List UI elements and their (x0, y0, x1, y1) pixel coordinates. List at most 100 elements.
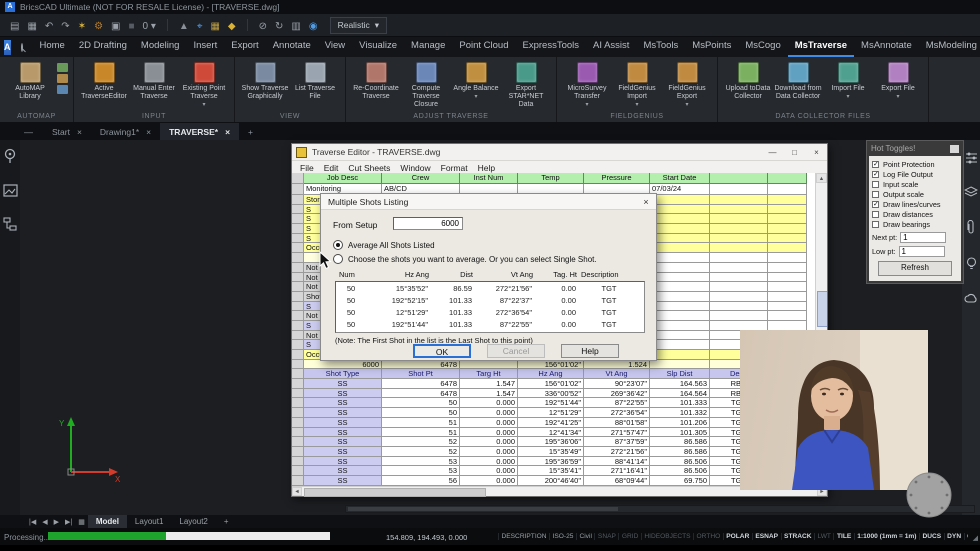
grid-cell[interactable] (710, 234, 768, 244)
layout-nav-icon[interactable]: |◀ (26, 518, 39, 526)
tabbar-menu-icon[interactable]: — (24, 127, 33, 137)
grid-cell[interactable] (710, 184, 768, 195)
layout-tab-layout2[interactable]: Layout2 (171, 515, 215, 528)
minimize-button[interactable]: — (764, 148, 781, 157)
layout-tab-model[interactable]: Model (88, 515, 127, 528)
status-toggle-1-1000-1mm-1m[interactable]: 1:1000 (1mm = 1m) (854, 533, 919, 540)
grid-cell[interactable]: 0.000 (460, 447, 518, 457)
grid-cell[interactable]: 69.750 (650, 476, 710, 486)
grid-cell[interactable] (650, 224, 710, 234)
shots-list-row[interactable]: 5015°35'52"86.59272°21'56"0.00TGT (336, 282, 644, 294)
toggle-output-scale[interactable]: Output scale (872, 189, 958, 199)
grid-view-icon[interactable]: ▦ (75, 518, 88, 526)
grid-cell[interactable]: 51 (382, 428, 460, 438)
toggle-draw-bearings[interactable]: Draw bearings (872, 219, 958, 229)
ribbon-button-import-file[interactable]: Import File▾ (823, 62, 873, 101)
grid-cell[interactable]: SS (304, 398, 382, 408)
grid-cell[interactable]: 51 (382, 418, 460, 428)
grid-cell[interactable] (710, 214, 768, 224)
menu-tab-msannotate[interactable]: MsAnnotate (854, 37, 919, 57)
grid-cell[interactable] (650, 302, 710, 312)
menu-tab-mspoints[interactable]: MsPoints (685, 37, 738, 57)
grid-cell[interactable] (710, 205, 768, 215)
grid-cell[interactable]: 271°57'47" (584, 428, 650, 438)
grid-cell[interactable]: SS (304, 428, 382, 438)
grid-cell[interactable]: 195°36'06" (518, 437, 584, 447)
grid-cell[interactable]: 0.000 (460, 408, 518, 418)
mini-swatch-icon[interactable] (57, 74, 68, 83)
menu-tab-ai-assist[interactable]: AI Assist (586, 37, 636, 57)
editor-menu-format[interactable]: Format (436, 163, 473, 173)
grid-cell[interactable] (650, 234, 710, 244)
dialog-titlebar[interactable]: Multiple Shots Listing × (321, 194, 656, 210)
editor-menu-help[interactable]: Help (473, 163, 500, 173)
grid-cell[interactable]: 271°16'41" (584, 466, 650, 476)
maximize-button[interactable]: □ (786, 148, 803, 157)
grid-cell[interactable] (768, 282, 807, 292)
grid-cell[interactable] (768, 311, 807, 321)
status-toggle-description[interactable]: DESCRIPTION (498, 533, 549, 540)
shots-list-row[interactable]: 50192°51'44"101.3387°22'55"0.00TGT (336, 318, 644, 330)
isolate-icon[interactable]: ⊘ (259, 21, 267, 32)
grid-cell[interactable] (460, 360, 518, 370)
toggle-draw-lines-curves[interactable]: ✓Draw lines/curves (872, 199, 958, 209)
grid-cell[interactable]: 272°21'56" (584, 447, 650, 457)
grid-cell[interactable]: 52 (382, 437, 460, 447)
toggle-input-scale[interactable]: Input scale (872, 179, 958, 189)
grid-cell[interactable] (710, 263, 768, 273)
status-toggle-dyn[interactable]: DYN (944, 533, 964, 540)
grid-cell[interactable]: 101.333 (650, 398, 710, 408)
grid-cell[interactable] (768, 292, 807, 302)
low-pt-input[interactable] (899, 246, 945, 257)
toggle-draw-distances[interactable]: Draw distances (872, 209, 958, 219)
grid-cell[interactable]: 269°36'42" (584, 389, 650, 399)
grid-cell[interactable]: SS (304, 437, 382, 447)
grid-cell[interactable]: 53 (382, 466, 460, 476)
draw-tool-icon[interactable]: ◆ (228, 21, 236, 32)
grid-cell[interactable] (650, 360, 710, 370)
scrollbar-thumb[interactable] (304, 488, 486, 497)
swatch-icon[interactable]: ■ (129, 21, 135, 32)
menu-tab-mscogo[interactable]: MsCogo (738, 37, 787, 57)
grid-cell[interactable]: SS (304, 476, 382, 486)
refresh-button[interactable]: Refresh (878, 261, 952, 276)
ribbon-button-re-coordinate-traverse[interactable]: Re-Coordinate Traverse (351, 62, 401, 109)
doc-tab-drawing1[interactable]: Drawing1*× (91, 123, 160, 140)
canvas-horizontal-scrollbar[interactable] (345, 505, 975, 513)
grid-cell[interactable]: 0.000 (460, 398, 518, 408)
ribbon-button-upload-todata-collector[interactable]: Upload toData Collector (723, 62, 773, 101)
ok-button[interactable]: OK (413, 344, 471, 358)
grid-cell[interactable] (768, 234, 807, 244)
menu-tab-export[interactable]: Export (224, 37, 265, 57)
cloud-icon[interactable] (964, 293, 978, 303)
ribbon-button-manual-enter-traverse[interactable]: Manual Enter Traverse (129, 62, 179, 109)
grid-cell[interactable]: 101.305 (650, 428, 710, 438)
status-toggle-iso-25[interactable]: ISO-25 (549, 533, 576, 540)
grid-cell[interactable] (650, 282, 710, 292)
status-toggle-grid[interactable]: GRID (618, 533, 640, 540)
paperclip-icon[interactable] (966, 220, 976, 235)
grid-cell[interactable] (710, 195, 768, 205)
grid-cell[interactable]: 1.547 (460, 379, 518, 389)
grid-cell[interactable]: 52 (382, 447, 460, 457)
print-icon[interactable]: ▣ (111, 21, 120, 32)
grid-cell[interactable]: 200°46'40" (518, 476, 584, 486)
grid-cell[interactable]: 1.547 (460, 389, 518, 399)
grid-cell[interactable] (710, 243, 768, 253)
grid-cell[interactable] (768, 214, 807, 224)
grid-cell[interactable]: 07/03/24 (650, 184, 710, 195)
ribbon-button-export-star-net-data[interactable]: Export STAR*NET Data (501, 62, 551, 109)
grid-cell[interactable] (650, 253, 710, 263)
grid-cell[interactable] (650, 340, 710, 350)
grid-cell[interactable]: 86.586 (650, 447, 710, 457)
scroll-up-icon[interactable]: ▲ (816, 173, 827, 183)
ribbon-button-microsurvey-transfer[interactable]: MicroSurvey Transfer▾ (562, 62, 612, 109)
grid-cell[interactable] (650, 311, 710, 321)
grid-cell[interactable]: 101.332 (650, 408, 710, 418)
grid-cell[interactable]: 88°41'14" (584, 457, 650, 467)
editor-menu-edit[interactable]: Edit (319, 163, 344, 173)
grid-cell[interactable] (710, 253, 768, 263)
grid-cell[interactable]: 192°41'25" (518, 418, 584, 428)
doc-tab-traverse[interactable]: TRAVERSE*× (160, 123, 239, 140)
layout-tab-layout1[interactable]: Layout1 (127, 515, 171, 528)
